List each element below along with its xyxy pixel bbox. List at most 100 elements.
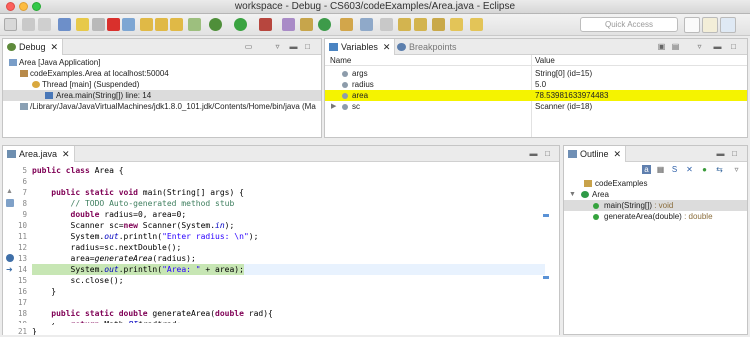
step-return-icon[interactable] bbox=[170, 18, 183, 31]
tree-item-stack-frame[interactable]: Area.main(String[]) line: 14 bbox=[3, 90, 321, 101]
run-icon[interactable] bbox=[234, 18, 247, 31]
last-edit-icon[interactable] bbox=[432, 18, 445, 31]
overview-ruler-mark[interactable] bbox=[543, 276, 549, 279]
tab-debug[interactable]: Debug ✕ bbox=[3, 39, 64, 55]
sort-icon[interactable]: a bbox=[642, 165, 651, 174]
maximize-view-icon[interactable]: □ bbox=[730, 149, 739, 158]
tree-item-process[interactable]: /Library/Java/JavaVirtualMachines/jdk1.8… bbox=[3, 101, 321, 112]
close-icon[interactable]: ✕ bbox=[614, 149, 622, 159]
view-menu-icon[interactable]: ▿ bbox=[732, 165, 741, 174]
show-type-names-icon[interactable]: ▣ bbox=[657, 42, 666, 51]
tab-breakpoints[interactable]: Breakpoints bbox=[393, 39, 461, 55]
hide-local-types-icon[interactable]: ● bbox=[700, 165, 709, 174]
tree-item-launch[interactable]: Area [Java Application] bbox=[3, 57, 321, 68]
outline-item-class[interactable]: ▼ Area bbox=[564, 189, 747, 200]
tab-outline[interactable]: Outline ✕ bbox=[564, 146, 627, 162]
skip-breakpoints-icon[interactable] bbox=[58, 18, 71, 31]
annotation-prev-icon[interactable] bbox=[414, 18, 427, 31]
code-line[interactable]: public class Area { bbox=[32, 165, 545, 176]
close-icon[interactable]: ✕ bbox=[62, 149, 70, 159]
new-icon[interactable] bbox=[4, 18, 17, 31]
column-header-value[interactable]: Value bbox=[535, 55, 555, 66]
back-icon[interactable] bbox=[450, 18, 463, 31]
view-menu-icon[interactable]: ▿ bbox=[695, 42, 704, 51]
expand-arrow-icon[interactable]: ▼ bbox=[569, 189, 576, 200]
current-code-line[interactable]: System.out.println("Area: " + area); bbox=[32, 264, 545, 275]
code-line[interactable] bbox=[32, 297, 545, 308]
save-icon[interactable] bbox=[22, 18, 35, 31]
forward-icon[interactable] bbox=[470, 18, 483, 31]
code-text: sc.close(); bbox=[32, 276, 124, 285]
suspend-icon[interactable] bbox=[92, 18, 105, 31]
new-package-icon[interactable] bbox=[300, 18, 313, 31]
search-icon[interactable] bbox=[360, 18, 373, 31]
minimize-view-icon[interactable]: ▬ bbox=[529, 149, 538, 158]
java-perspective-icon[interactable] bbox=[702, 17, 718, 33]
print-icon[interactable] bbox=[38, 18, 51, 31]
window-title: workspace - Debug - CS603/codeExamples/A… bbox=[234, 1, 516, 12]
variable-value: Scanner (id=18) bbox=[535, 102, 593, 111]
minimize-view-icon[interactable]: ▬ bbox=[289, 42, 298, 51]
tab-variables[interactable]: Variables ✕ bbox=[325, 39, 396, 55]
variable-row[interactable]: args String[0] (id=15) bbox=[325, 68, 747, 79]
step-into-icon[interactable] bbox=[140, 18, 153, 31]
code-line[interactable]: sc.close(); bbox=[32, 275, 545, 286]
outline-item-package[interactable]: codeExamples bbox=[564, 178, 747, 189]
tab-area-java[interactable]: Area.java ✕ bbox=[3, 146, 75, 162]
code-line[interactable] bbox=[32, 176, 545, 187]
maximize-view-icon[interactable]: □ bbox=[543, 149, 552, 158]
annotation-next-icon[interactable] bbox=[398, 18, 411, 31]
static-field: out bbox=[104, 265, 119, 274]
minimize-view-icon[interactable]: ▬ bbox=[716, 149, 725, 158]
tree-item-thread[interactable]: Thread [main] (Suspended) bbox=[3, 79, 321, 90]
resume-icon[interactable] bbox=[76, 18, 89, 31]
open-type-icon[interactable] bbox=[340, 18, 353, 31]
tree-item-target[interactable]: codeExamples.Area at localhost:50004 bbox=[3, 68, 321, 79]
debug-perspective-icon[interactable] bbox=[720, 17, 736, 33]
code-text: .println( bbox=[118, 232, 163, 241]
maximize-view-icon[interactable]: □ bbox=[729, 42, 738, 51]
overview-ruler-mark[interactable] bbox=[543, 214, 549, 217]
new-java-project-icon[interactable] bbox=[282, 18, 295, 31]
code-line[interactable]: radius=sc.nextDouble(); bbox=[32, 242, 545, 253]
expand-arrow-icon[interactable]: ▶ bbox=[331, 101, 336, 112]
variable-row[interactable]: ▶ sc Scanner (id=18) bbox=[325, 101, 747, 112]
outline-item-method-main[interactable]: main(String[]) : void bbox=[564, 200, 747, 211]
code-line[interactable]: System.out.println("Enter radius: \n"); bbox=[32, 231, 545, 242]
maximize-view-icon[interactable]: □ bbox=[303, 42, 312, 51]
code-line[interactable]: public static double generateArea(double… bbox=[32, 308, 545, 319]
breakpoint-icon[interactable] bbox=[6, 254, 14, 262]
terminate-icon[interactable] bbox=[107, 18, 120, 31]
task-marker-icon[interactable] bbox=[6, 199, 14, 207]
quick-access-field[interactable]: Quick Access bbox=[580, 17, 678, 32]
drop-to-frame-icon[interactable] bbox=[188, 18, 201, 31]
debug-run-icon[interactable] bbox=[209, 18, 222, 31]
hide-fields-icon[interactable]: ▦ bbox=[656, 165, 665, 174]
code-line[interactable]: Scanner sc=new Scanner(System.in); bbox=[32, 220, 545, 231]
new-class-icon[interactable] bbox=[318, 18, 331, 31]
code-line[interactable]: double radius=0, area=0; bbox=[32, 209, 545, 220]
collapse-all-icon[interactable]: ▤ bbox=[671, 42, 680, 51]
variable-row[interactable]: radius 5.0 bbox=[325, 79, 747, 90]
code-line[interactable]: // TODO Auto-generated method stub bbox=[32, 198, 545, 209]
toggle-mark-icon[interactable] bbox=[380, 18, 393, 31]
close-icon[interactable]: ✕ bbox=[51, 42, 59, 52]
remove-terminated-icon[interactable]: ▭ bbox=[244, 42, 253, 51]
code-line[interactable]: area=generateArea(radius); bbox=[32, 253, 545, 264]
hide-static-icon[interactable]: S bbox=[670, 165, 679, 174]
open-perspective-icon[interactable] bbox=[684, 17, 700, 33]
link-editor-icon[interactable]: ⇆ bbox=[715, 165, 724, 174]
outline-item-method-generatearea[interactable]: generateArea(double) : double bbox=[564, 211, 747, 222]
code-line[interactable]: } bbox=[32, 326, 545, 335]
view-menu-icon[interactable]: ▿ bbox=[273, 42, 282, 51]
step-over-icon[interactable] bbox=[155, 18, 168, 31]
close-icon[interactable]: ✕ bbox=[383, 42, 391, 52]
variable-row-changed[interactable]: area 78.53981633974483 bbox=[325, 90, 747, 101]
column-header-name[interactable]: Name bbox=[330, 55, 351, 66]
code-line[interactable]: public static void main(String[] args) { bbox=[32, 187, 545, 198]
disconnect-icon[interactable] bbox=[122, 18, 135, 31]
code-line[interactable]: } bbox=[32, 286, 545, 297]
hide-nonpublic-icon[interactable]: ✕ bbox=[685, 165, 694, 174]
minimize-view-icon[interactable]: ▬ bbox=[713, 42, 722, 51]
external-tools-icon[interactable] bbox=[259, 18, 272, 31]
